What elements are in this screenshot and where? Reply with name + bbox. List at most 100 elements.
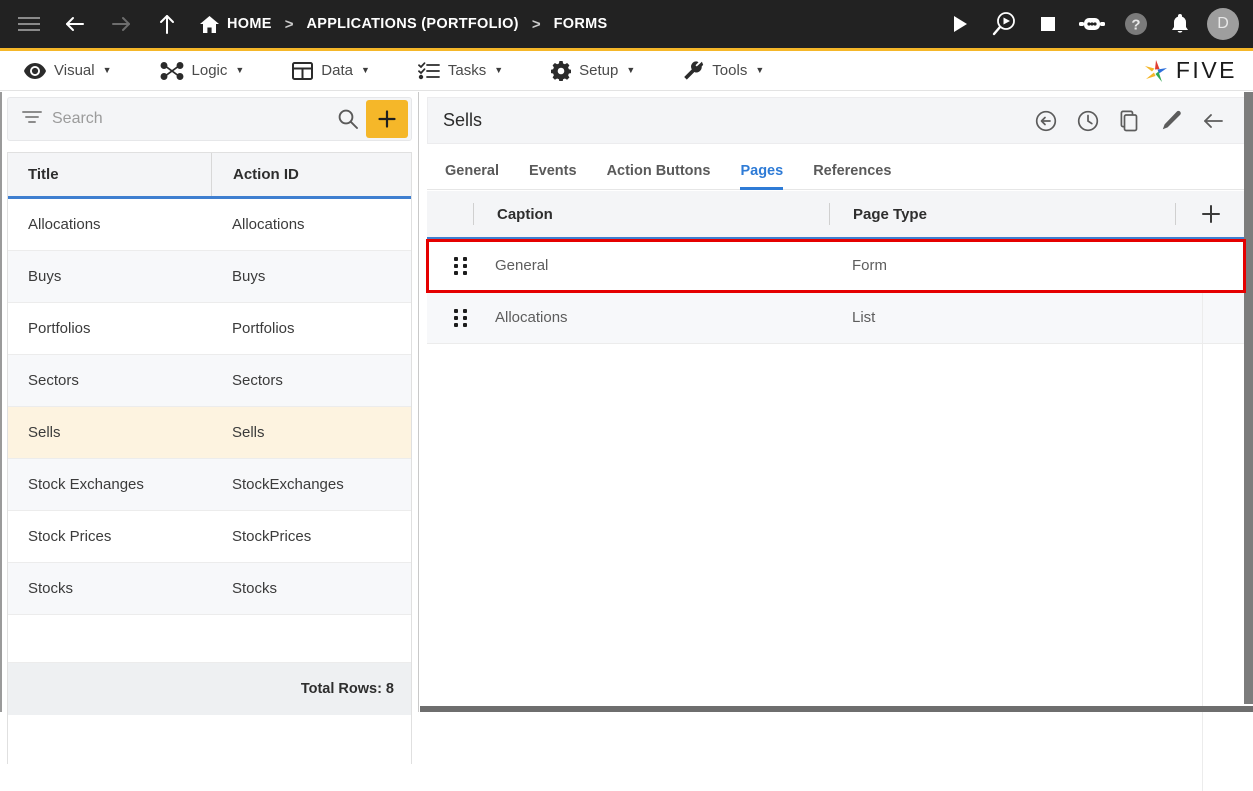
horizontal-scrollbar[interactable] <box>420 706 1253 712</box>
menu-item-tasks[interactable]: Tasks ▼ <box>412 62 509 80</box>
detail-header-actions <box>1035 110 1244 132</box>
menu-item-visual-label: Visual <box>54 62 95 79</box>
page-caption-cell: Allocations <box>495 309 852 326</box>
bell-icon[interactable] <box>1163 7 1197 41</box>
detail-tabs: General Events Action Buttons Pages Referenc… <box>427 147 1245 190</box>
forward-arrow-icon[interactable] <box>104 7 138 41</box>
debug-search-icon[interactable] <box>987 7 1021 41</box>
form-action-id-cell: Buys <box>211 268 411 285</box>
form-title-cell: Buys <box>8 268 211 285</box>
table-row[interactable]: PortfoliosPortfolios <box>8 303 411 355</box>
back-arrow-icon[interactable] <box>58 7 92 41</box>
pages-table-row[interactable]: AllocationsList <box>427 292 1245 344</box>
search-input[interactable] <box>52 110 330 128</box>
tab-events[interactable]: Events <box>529 163 577 189</box>
table-row[interactable]: BuysBuys <box>8 251 411 303</box>
vertical-scrollbar[interactable] <box>1244 92 1253 704</box>
eye-icon <box>24 63 46 79</box>
form-title-cell: Portfolios <box>8 320 211 337</box>
chatbot-icon[interactable] <box>1075 7 1109 41</box>
five-logo: FIVE <box>1142 57 1237 85</box>
forms-table-header: Title Action ID <box>8 153 411 199</box>
five-logo-text: FIVE <box>1176 57 1237 84</box>
form-action-id-cell: Portfolios <box>211 320 411 337</box>
column-header-action-id[interactable]: Action ID <box>211 153 411 196</box>
detail-header: Sells <box>427 97 1245 144</box>
table-row[interactable]: Stock PricesStockPrices <box>8 511 411 563</box>
help-icon[interactable]: ? <box>1119 7 1153 41</box>
page-type-cell: List <box>852 309 1197 326</box>
form-action-id-cell: Sells <box>211 424 411 441</box>
pages-table-row[interactable]: GeneralForm <box>427 240 1245 292</box>
pages-table-body: GeneralFormAllocationsList <box>427 240 1245 344</box>
chevron-down-icon: ▼ <box>626 66 635 75</box>
form-action-id-cell: StockPrices <box>211 528 411 545</box>
menu-item-tools[interactable]: Tools ▼ <box>677 61 770 81</box>
table-row[interactable]: StocksStocks <box>8 563 411 615</box>
form-title-cell: Sectors <box>8 372 211 389</box>
up-arrow-icon[interactable] <box>150 7 184 41</box>
avatar[interactable]: D <box>1207 8 1239 40</box>
form-title-cell: Sells <box>8 424 211 441</box>
form-title-cell: Stocks <box>8 580 211 597</box>
chevron-down-icon: ▼ <box>103 66 112 75</box>
copy-icon[interactable] <box>1119 110 1140 132</box>
tab-pages[interactable]: Pages <box>740 163 783 189</box>
svg-text:?: ? <box>1131 17 1140 34</box>
table-grid-icon <box>292 62 313 80</box>
table-row[interactable]: AllocationsAllocations <box>8 199 411 251</box>
pages-table-header: Caption Page Type <box>427 191 1245 240</box>
chevron-down-icon: ▼ <box>755 66 764 75</box>
column-header-caption[interactable]: Caption <box>474 206 829 223</box>
forms-table-empty-row <box>8 615 411 663</box>
pages-table: Caption Page Type GeneralFormAllocations… <box>427 191 1245 791</box>
history-clock-icon[interactable] <box>1077 110 1099 132</box>
menu-item-data[interactable]: Data ▼ <box>286 62 376 80</box>
column-header-page-type[interactable]: Page Type <box>830 206 1175 223</box>
table-row[interactable]: SectorsSectors <box>8 355 411 407</box>
form-action-id-cell: Stocks <box>211 580 411 597</box>
menu-icon[interactable] <box>12 7 46 41</box>
breadcrumb-home-label: HOME <box>227 16 272 32</box>
breadcrumb-applications[interactable]: APPLICATIONS (PORTFOLIO) <box>306 16 518 32</box>
drag-handle-icon[interactable] <box>427 309 495 327</box>
menu-item-setup[interactable]: Setup ▼ <box>545 61 641 81</box>
form-action-id-cell: StockExchanges <box>211 476 411 493</box>
tools-icon <box>683 61 704 81</box>
tab-general[interactable]: General <box>445 163 499 189</box>
edit-pencil-icon[interactable] <box>1160 110 1182 132</box>
tab-references[interactable]: References <box>813 163 891 189</box>
logic-nodes-icon <box>160 62 184 80</box>
search-bar <box>7 97 412 141</box>
avatar-initial: D <box>1217 15 1229 33</box>
filter-icon[interactable] <box>22 110 42 129</box>
search-icon[interactable] <box>338 109 358 129</box>
menu-item-logic[interactable]: Logic ▼ <box>154 62 251 80</box>
play-icon[interactable] <box>943 7 977 41</box>
panel-left-edge <box>0 92 2 712</box>
chevron-down-icon: ▼ <box>494 66 503 75</box>
breadcrumb-forms[interactable]: FORMS <box>554 16 608 32</box>
drag-handle-icon[interactable] <box>427 257 495 275</box>
back-arrow-icon[interactable] <box>1202 111 1224 131</box>
add-form-button[interactable] <box>366 100 408 138</box>
form-title-cell: Allocations <box>8 216 211 233</box>
menu-item-visual[interactable]: Visual ▼ <box>18 62 118 79</box>
tab-action-buttons[interactable]: Action Buttons <box>607 163 711 189</box>
add-page-button[interactable] <box>1176 204 1245 224</box>
breadcrumb-separator-1: > <box>272 17 307 32</box>
form-action-id-cell: Sectors <box>211 372 411 389</box>
page-caption-cell: General <box>495 257 852 274</box>
table-row[interactable]: SellsSells <box>8 407 411 459</box>
forms-table-body: AllocationsAllocationsBuysBuysPortfolios… <box>8 199 411 615</box>
form-action-id-cell: Allocations <box>211 216 411 233</box>
breadcrumb-home[interactable]: HOME <box>200 16 272 33</box>
forms-table: Title Action ID AllocationsAllocationsBu… <box>7 152 412 764</box>
page-type-cell: Form <box>852 257 1197 274</box>
menu-item-setup-label: Setup <box>579 62 618 79</box>
column-header-title[interactable]: Title <box>8 153 211 196</box>
menu-item-data-label: Data <box>321 62 353 79</box>
undo-circle-icon[interactable] <box>1035 110 1057 132</box>
table-row[interactable]: Stock ExchangesStockExchanges <box>8 459 411 511</box>
stop-icon[interactable] <box>1031 7 1065 41</box>
